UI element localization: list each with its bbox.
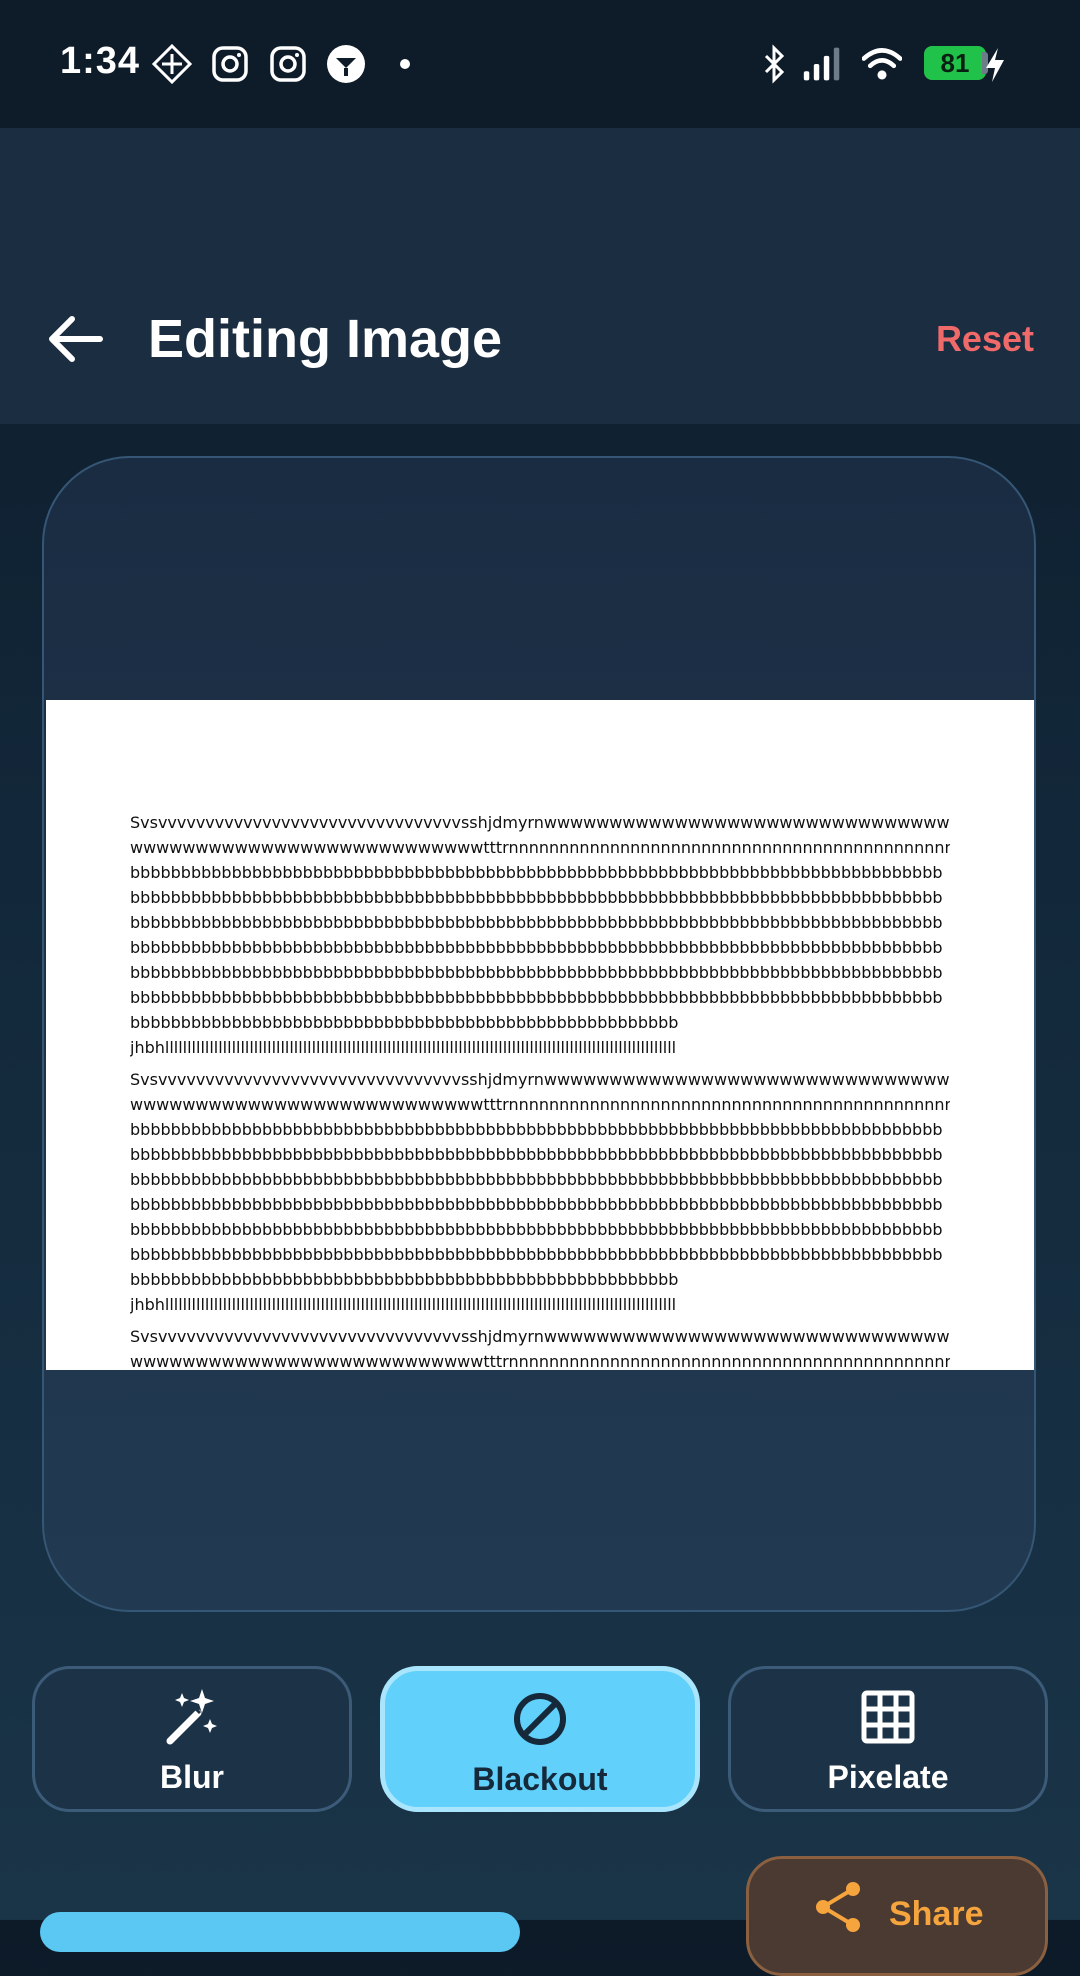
document-text-line: bbbbbbbbbbbbbbbbbbbbbbbbbbbbbbbbbbbbbbbb… xyxy=(130,1013,679,1032)
reset-button[interactable]: Reset xyxy=(936,318,1034,360)
document-text-line: bbbbbbbbbbbbbbbbbbbbbbbbbbbbbbbbbbbbbbbb… xyxy=(130,1170,943,1189)
battery-icon: 81 xyxy=(924,46,986,80)
signal-icon xyxy=(803,47,840,81)
block-icon xyxy=(514,1693,566,1745)
document-text-line: jhbhllllllllllllllllllllllllllllllllllll… xyxy=(130,1295,677,1314)
mail-circle-icon xyxy=(327,45,365,83)
document-text-line: Svsvvvvvvvvvvvvvvvvvvvvvvvvvvvvvvvvsshjd… xyxy=(130,1070,950,1089)
document-text: Svsvvvvvvvvvvvvvvvvvvvvvvvvvvvvvvvvsshjd… xyxy=(130,810,950,1370)
blur-tool-button[interactable]: Blur xyxy=(32,1666,352,1812)
document-text-line: bbbbbbbbbbbbbbbbbbbbbbbbbbbbbbbbbbbbbbbb… xyxy=(130,1195,943,1214)
blur-tool-label: Blur xyxy=(160,1759,224,1795)
share-icon xyxy=(816,1882,860,1932)
document-text-line: bbbbbbbbbbbbbbbbbbbbbbbbbbbbbbbbbbbbbbbb… xyxy=(130,1145,943,1164)
blackout-tool-label: Blackout xyxy=(472,1761,608,1797)
blackout-tool-button[interactable]: Blackout xyxy=(380,1666,700,1812)
document-text-line: bbbbbbbbbbbbbbbbbbbbbbbbbbbbbbbbbbbbbbbb… xyxy=(130,913,943,932)
document-text-line: bbbbbbbbbbbbbbbbbbbbbbbbbbbbbbbbbbbbbbbb… xyxy=(130,988,943,1007)
dot-icon xyxy=(400,59,410,69)
share-button[interactable]: Share xyxy=(746,1856,1048,1976)
status-bar: 1:34 81 xyxy=(0,0,1080,128)
instagram-icon xyxy=(270,46,306,82)
back-button[interactable] xyxy=(40,304,110,374)
document-text-line: bbbbbbbbbbbbbbbbbbbbbbbbbbbbbbbbbbbbbbbb… xyxy=(130,1220,943,1239)
pixelate-tool-button[interactable]: Pixelate xyxy=(728,1666,1048,1812)
document-text-line: bbbbbbbbbbbbbbbbbbbbbbbbbbbbbbbbbbbbbbbb… xyxy=(130,1270,679,1289)
nav-diamond-icon xyxy=(152,44,192,84)
document-image[interactable]: Svsvvvvvvvvvvvvvvvvvvvvvvvvvvvvvvvvsshjd… xyxy=(46,700,1034,1370)
document-text-line: jhbhllllllllllllllllllllllllllllllllllll… xyxy=(130,1038,677,1057)
page-title: Editing Image xyxy=(148,309,503,369)
image-preview-card: Svsvvvvvvvvvvvvvvvvvvvvvvvvvvvvvvvvsshjd… xyxy=(42,456,1036,1612)
arrow-left-icon xyxy=(49,316,103,362)
document-text-line: Svsvvvvvvvvvvvvvvvvvvvvvvvvvvvvvvvvsshjd… xyxy=(130,813,950,832)
grid-icon xyxy=(861,1690,915,1744)
charging-icon xyxy=(986,48,1004,82)
document-text-line: bbbbbbbbbbbbbbbbbbbbbbbbbbbbbbbbbbbbbbbb… xyxy=(130,1245,943,1264)
magic-wand-icon xyxy=(166,1689,217,1745)
document-text-line: bbbbbbbbbbbbbbbbbbbbbbbbbbbbbbbbbbbbbbbb… xyxy=(130,863,943,882)
pixelate-tool-label: Pixelate xyxy=(827,1759,949,1795)
document-text-line: wwwwwwwwwwwwwwwwwwwwwwwwwwwtttrnnnnnnnnn… xyxy=(130,1095,950,1114)
document-text-line: Svsvvvvvvvvvvvvvvvvvvvvvvvvvvvvvvvvsshjd… xyxy=(130,1327,950,1346)
app-bar xyxy=(0,128,1080,424)
document-text-line: wwwwwwwwwwwwwwwwwwwwwwwwwwwtttrnnnnnnnnn… xyxy=(130,838,950,857)
document-text-line: bbbbbbbbbbbbbbbbbbbbbbbbbbbbbbbbbbbbbbbb… xyxy=(130,938,943,957)
status-time: 1:34 xyxy=(60,40,141,82)
instagram-icon xyxy=(212,46,248,82)
primary-action-button[interactable] xyxy=(40,1912,520,1952)
document-text-line: bbbbbbbbbbbbbbbbbbbbbbbbbbbbbbbbbbbbbbbb… xyxy=(130,888,943,907)
document-text-line: bbbbbbbbbbbbbbbbbbbbbbbbbbbbbbbbbbbbbbbb… xyxy=(130,1120,943,1139)
document-text-line: wwwwwwwwwwwwwwwwwwwwwwwwwwwtttrnnnnnnnnn… xyxy=(130,1352,950,1370)
wifi-icon xyxy=(862,48,902,80)
share-label: Share xyxy=(889,1895,984,1933)
bluetooth-icon xyxy=(764,44,785,84)
document-text-line: bbbbbbbbbbbbbbbbbbbbbbbbbbbbbbbbbbbbbbbb… xyxy=(130,963,943,982)
